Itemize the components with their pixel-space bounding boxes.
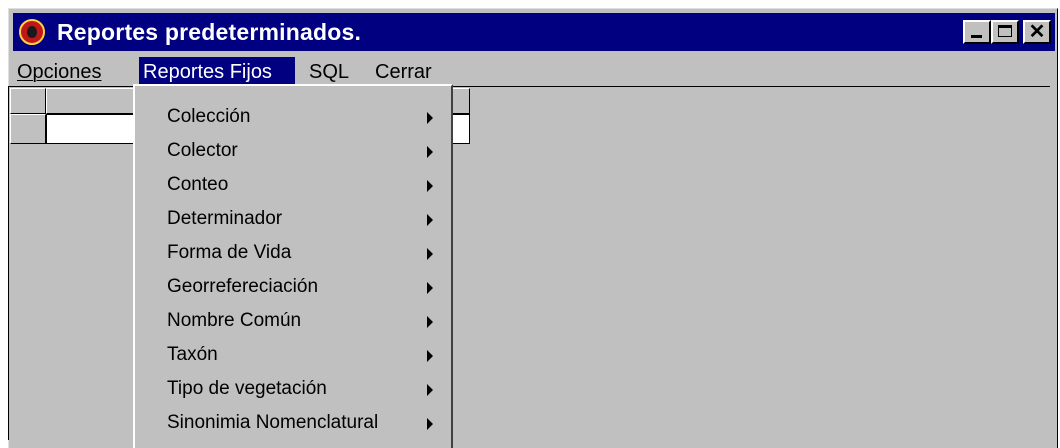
- menu-opciones-label: Opciones: [17, 61, 102, 83]
- menu-sql-label: SQL: [309, 61, 350, 83]
- menu-reportes-fijos-label: Reportes Fijos: [143, 61, 272, 83]
- menu-item-label: Determinador: [167, 208, 283, 229]
- workspace-border-left: [8, 86, 9, 440]
- menu-item-coleccion[interactable]: Colección: [135, 100, 451, 134]
- grid-corner-cell[interactable]: [10, 88, 46, 114]
- menu-item-colector[interactable]: Colector: [135, 134, 451, 168]
- submenu-arrow-icon: [427, 112, 433, 124]
- menu-item-nombre-comun[interactable]: Nombre Común: [135, 304, 451, 338]
- menu-item-label: Colección: [167, 106, 251, 127]
- menu-item-label: Colector: [167, 140, 238, 161]
- submenu-arrow-icon: [427, 316, 433, 328]
- minimize-button[interactable]: [963, 20, 991, 44]
- menu-cerrar[interactable]: Cerrar: [371, 57, 436, 87]
- window-title: Reportes predeterminados.: [57, 19, 362, 45]
- menu-reportes-fijos[interactable]: Reportes Fijos: [139, 57, 295, 87]
- submenu-arrow-icon: [427, 180, 433, 192]
- menu-item-label: Georrefereciación: [167, 276, 319, 297]
- submenu-arrow-icon: [427, 282, 433, 294]
- submenu-arrow-icon: [427, 384, 433, 396]
- reportes-fijos-dropdown: Colección Colector Conteo Determinador F…: [133, 84, 453, 448]
- maximize-button[interactable]: [991, 20, 1019, 44]
- menu-item-taxon[interactable]: Taxón: [135, 338, 451, 372]
- menu-cerrar-label: Cerrar: [375, 61, 432, 83]
- title-bar[interactable]: Reportes predeterminados. ✕: [13, 13, 1055, 51]
- submenu-arrow-icon: [427, 418, 433, 430]
- menu-item-label: Sinonimia Nomenclatural: [167, 412, 379, 433]
- menu-item-conteo[interactable]: Conteo: [135, 168, 451, 202]
- close-button[interactable]: ✕: [1023, 20, 1051, 44]
- grid-row-header[interactable]: [10, 114, 46, 144]
- menu-item-label: Tipo de vegetación: [167, 378, 327, 399]
- submenu-arrow-icon: [427, 146, 433, 158]
- menu-item-georrefereciacion[interactable]: Georrefereciación: [135, 270, 451, 304]
- submenu-arrow-icon: [427, 350, 433, 362]
- menu-item-label: Taxón: [167, 344, 218, 365]
- ladybug-app-icon[interactable]: [19, 19, 45, 45]
- menu-item-label: Forma de Vida: [167, 242, 292, 263]
- menu-item-label: Nombre Común: [167, 310, 302, 331]
- menu-item-determinador[interactable]: Determinador: [135, 202, 451, 236]
- menu-opciones[interactable]: Opciones: [13, 57, 106, 87]
- menu-sql[interactable]: SQL: [305, 57, 353, 87]
- close-icon: ✕: [1028, 21, 1046, 43]
- menu-item-label: Conteo: [167, 174, 229, 195]
- submenu-arrow-icon: [427, 214, 433, 226]
- menu-item-forma-de-vida[interactable]: Forma de Vida: [135, 236, 451, 270]
- menu-item-tipo-de-vegetacion[interactable]: Tipo de vegetación: [135, 372, 451, 406]
- menu-item-sinonimia-nomenclatural[interactable]: Sinonimia Nomenclatural: [135, 406, 451, 440]
- submenu-arrow-icon: [427, 248, 433, 260]
